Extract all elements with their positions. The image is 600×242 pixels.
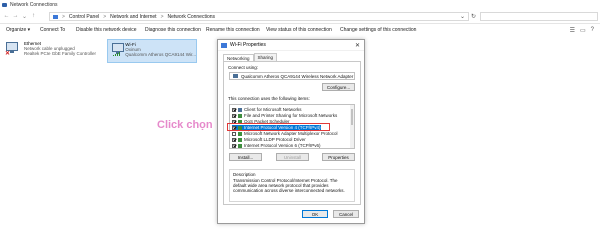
checkbox[interactable] <box>232 113 236 118</box>
breadcrumb-network-internet[interactable]: Network and Internet <box>110 14 156 20</box>
view-status-button[interactable]: View status of this connection <box>266 27 332 33</box>
connect-using-label: Connect using: <box>228 65 259 70</box>
list-item[interactable]: Microsoft Network Adapter Multiplexor Pr… <box>232 131 338 136</box>
tab-sharing[interactable]: Sharing <box>253 53 278 61</box>
checkbox[interactable] <box>232 137 236 142</box>
breadcrumb-separator: > <box>103 13 107 20</box>
items-label: This connection uses the following items… <box>228 96 310 101</box>
ok-button[interactable]: OK <box>302 210 328 218</box>
item-label: Internet Protocol Version 6 (TCP/IPv6) <box>244 143 321 148</box>
refresh-icon[interactable]: ↻ <box>471 13 476 20</box>
dialog-tabs: Networking Sharing <box>223 53 278 62</box>
networking-panel: Connect using: Qualcomm Atheros QCA9144 … <box>223 61 361 205</box>
click-annotation: Click chọn <box>157 119 213 131</box>
breadcrumb-control-panel[interactable]: Control Panel <box>69 14 99 20</box>
dialog-title: Wi-Fi Properties <box>230 42 266 48</box>
description-label: Description <box>233 172 256 177</box>
service-icon <box>238 113 242 118</box>
properties-button[interactable]: Properties <box>322 153 355 161</box>
uninstall-button[interactable]: Uninstall <box>276 153 309 161</box>
description-group: Description Transmission Control Protoco… <box>229 169 355 202</box>
view-options: ☰ ▭ ? <box>570 27 594 34</box>
description-text: Transmission Control Protocol/Internet P… <box>233 178 345 194</box>
ethernet-adapter-icon: ✕ <box>5 42 21 57</box>
item-label: File and Printer Sharing for Microsoft N… <box>244 113 338 118</box>
item-label: Microsoft Network Adapter Multiplexor Pr… <box>244 131 338 136</box>
help-icon[interactable]: ? <box>591 27 594 34</box>
protocol-icon <box>238 131 242 136</box>
address-box[interactable]: > Control Panel > Network and Internet >… <box>49 12 469 21</box>
adapter-name-box: Qualcomm Atheros QCA9144 Wireless Networ… <box>229 72 355 80</box>
dialog-title-bar: Wi-Fi Properties ✕ <box>218 40 364 51</box>
organize-button[interactable]: Organize ▾ <box>6 27 30 33</box>
breadcrumb-separator: > <box>160 13 164 20</box>
ipv4-highlight-box <box>227 123 330 131</box>
wifi-adapter-icon <box>111 43 124 57</box>
address-tools: ⌄ ↻ <box>460 13 476 20</box>
command-bar: Organize ▾ Connect To Disable this netwo… <box>0 25 600 37</box>
address-dropdown-icon[interactable]: ⌄ <box>460 13 465 20</box>
configure-button[interactable]: Configure... <box>322 83 355 91</box>
preview-pane-icon[interactable]: ▭ <box>580 27 586 34</box>
item-label: Microsoft LLDP Protocol Driver <box>244 137 306 142</box>
back-arrow-icon[interactable]: ← <box>2 12 11 21</box>
list-scrollbar[interactable] <box>350 105 354 148</box>
list-item[interactable]: Client for Microsoft Networks <box>232 107 302 112</box>
network-connections-icon <box>2 2 7 7</box>
diagnose-button[interactable]: Diagnose this connection <box>145 27 201 33</box>
adapter-ethernet[interactable]: ✕ Ethernet Network cable unplugged Realt… <box>2 39 102 63</box>
folder-icon <box>53 14 58 19</box>
breadcrumb-separator: > <box>62 13 65 20</box>
forward-arrow-icon[interactable]: → <box>11 12 20 21</box>
close-icon[interactable]: ✕ <box>355 42 360 49</box>
list-item[interactable]: File and Printer Sharing for Microsoft N… <box>232 113 337 118</box>
adapter-device: Realtek PCIe GbE Family Controller <box>24 51 97 56</box>
title-bar: Network Connections <box>0 0 600 9</box>
protocol-icon <box>238 137 242 142</box>
up-arrow-icon[interactable]: ↑ <box>29 12 38 21</box>
network-card-icon <box>233 74 238 78</box>
protocol-icon <box>238 143 242 148</box>
search-input[interactable] <box>480 12 598 21</box>
disable-device-button[interactable]: Disable this network device <box>76 27 137 33</box>
checkbox[interactable] <box>232 107 236 112</box>
adapter-wifi[interactable]: Wi-Fi Oxinum Qualcomm Atheros QCA9144 Wi… <box>107 39 197 63</box>
breadcrumb-network-connections[interactable]: Network Connections <box>167 14 215 20</box>
address-bar: ← → ⌄ ↑ > Control Panel > Network and In… <box>0 9 600 24</box>
adapter-device: Qualcomm Atheros QCA9144 Wir... <box>125 52 196 57</box>
change-settings-button[interactable]: Change settings of this connection <box>340 27 416 33</box>
signal-bars-icon <box>113 52 120 56</box>
window-title: Network Connections <box>10 1 58 8</box>
change-view-icon[interactable]: ☰ <box>570 27 575 34</box>
cancel-button[interactable]: Cancel <box>333 210 359 218</box>
item-label: Client for Microsoft Networks <box>244 107 302 112</box>
wifi-properties-dialog: Wi-Fi Properties ✕ Networking Sharing Co… <box>217 39 365 224</box>
disconnected-x-icon: ✕ <box>5 51 11 57</box>
list-item[interactable]: Internet Protocol Version 6 (TCP/IPv6) <box>232 143 321 148</box>
adapter-name-value: Qualcomm Atheros QCA9144 Wireless Networ… <box>241 73 354 79</box>
client-icon <box>238 107 242 112</box>
network-adapter-icon <box>221 42 227 48</box>
list-item[interactable]: Microsoft LLDP Protocol Driver <box>232 137 306 142</box>
checkbox[interactable] <box>232 143 236 148</box>
connect-to-button[interactable]: Connect To <box>40 27 65 33</box>
rename-button[interactable]: Rename this connection <box>206 27 260 33</box>
install-button[interactable]: Install... <box>229 153 262 161</box>
recent-dropdown-icon[interactable]: ⌄ <box>20 12 29 21</box>
checkbox[interactable] <box>232 131 236 136</box>
